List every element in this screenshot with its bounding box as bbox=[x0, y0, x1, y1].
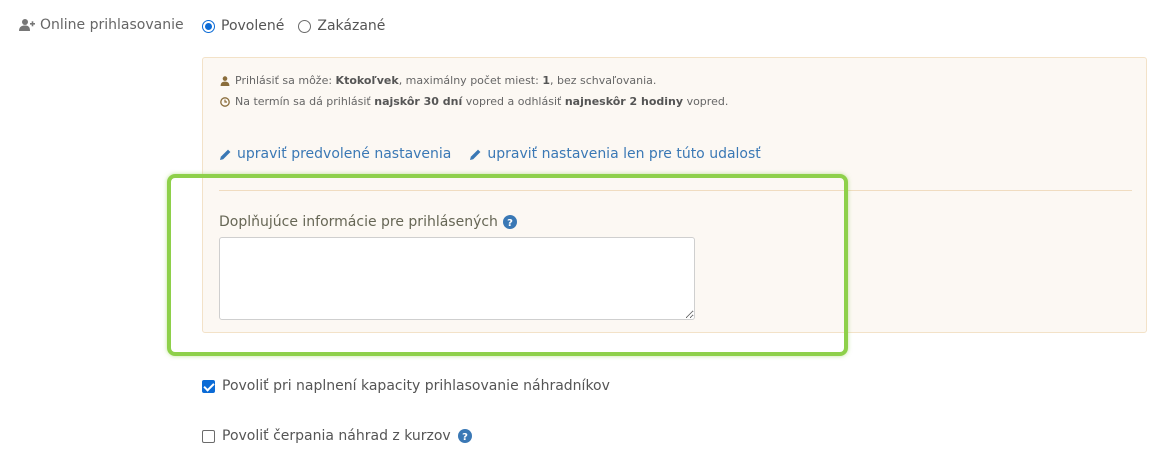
info1-who: Ktokoľvek bbox=[335, 74, 399, 87]
online-registration-text: Online prihlasovanie bbox=[40, 17, 184, 33]
radio-enabled[interactable] bbox=[202, 19, 215, 33]
info2-mid: vopred a odhlásiť bbox=[465, 95, 562, 108]
substitutes-label: Povoliť pri naplnení kapacity prihlasova… bbox=[222, 378, 610, 394]
info2-suffix: vopred. bbox=[686, 95, 729, 108]
clock-icon bbox=[220, 96, 230, 107]
radio-disabled[interactable] bbox=[298, 19, 312, 33]
pencil-icon bbox=[470, 149, 481, 160]
radio-option-enabled[interactable]: Povolené bbox=[202, 18, 284, 34]
edit-default-settings-link[interactable]: upraviť predvolené nastavenia bbox=[219, 146, 451, 162]
user-plus-icon bbox=[19, 19, 35, 31]
edit-this-event-link[interactable]: upraviť nastavenia len pre túto udalosť bbox=[469, 146, 761, 162]
registration-radio-group: Povolené Zakázané bbox=[202, 18, 385, 34]
info2-prefix: Na termín sa dá prihlásiť bbox=[235, 95, 371, 108]
radio-option-disabled[interactable]: Zakázané bbox=[298, 18, 385, 34]
info1-mid: , maximálny počet miest: bbox=[398, 74, 539, 87]
compensation-option[interactable]: Povoliť čerpania náhrad z kurzov ? bbox=[202, 428, 472, 444]
substitutes-option[interactable]: Povoliť pri naplnení kapacity prihlasova… bbox=[202, 378, 610, 394]
info1-prefix: Prihlásiť sa môže: bbox=[235, 74, 333, 87]
compensation-checkbox[interactable] bbox=[202, 429, 215, 443]
additional-info-text: Doplňujúce informácie pre prihlásených bbox=[219, 214, 498, 230]
registration-settings-panel: Prihlásiť sa môže: Ktokoľvek, maximálny … bbox=[202, 57, 1147, 333]
edit-default-label: upraviť predvolené nastavenia bbox=[237, 146, 452, 162]
info2-signup: najskôr 30 dní bbox=[374, 95, 463, 108]
svg-text:?: ? bbox=[462, 432, 468, 443]
who-can-register-info: Prihlásiť sa môže: Ktokoľvek, maximálny … bbox=[220, 74, 656, 87]
substitutes-checkbox[interactable] bbox=[202, 379, 215, 393]
info2-signoff: najneskôr 2 hodiny bbox=[564, 95, 684, 108]
radio-enabled-label: Povolené bbox=[221, 18, 285, 34]
compensation-label: Povoliť čerpania náhrad z kurzov bbox=[222, 428, 451, 444]
additional-info-textarea[interactable] bbox=[219, 237, 695, 320]
additional-info-label: Doplňujúce informácie pre prihlásených ? bbox=[219, 214, 517, 230]
info1-suffix: , bez schvaľovania. bbox=[549, 74, 657, 87]
radio-disabled-label: Zakázané bbox=[317, 18, 386, 34]
question-circle-icon[interactable]: ? bbox=[502, 215, 517, 229]
edit-links: upraviť predvolené nastavenia upraviť na… bbox=[219, 146, 761, 162]
svg-text:?: ? bbox=[507, 218, 513, 229]
info1-count: 1 bbox=[542, 74, 550, 87]
online-registration-label: Online prihlasovanie bbox=[19, 17, 184, 33]
signup-time-info: Na termín sa dá prihlásiť najskôr 30 dní… bbox=[220, 95, 728, 108]
question-circle-icon[interactable]: ? bbox=[457, 429, 472, 443]
user-icon bbox=[220, 75, 230, 86]
edit-this-label: upraviť nastavenia len pre túto udalosť bbox=[487, 146, 761, 162]
divider bbox=[219, 190, 1132, 191]
pencil-icon bbox=[220, 149, 231, 160]
